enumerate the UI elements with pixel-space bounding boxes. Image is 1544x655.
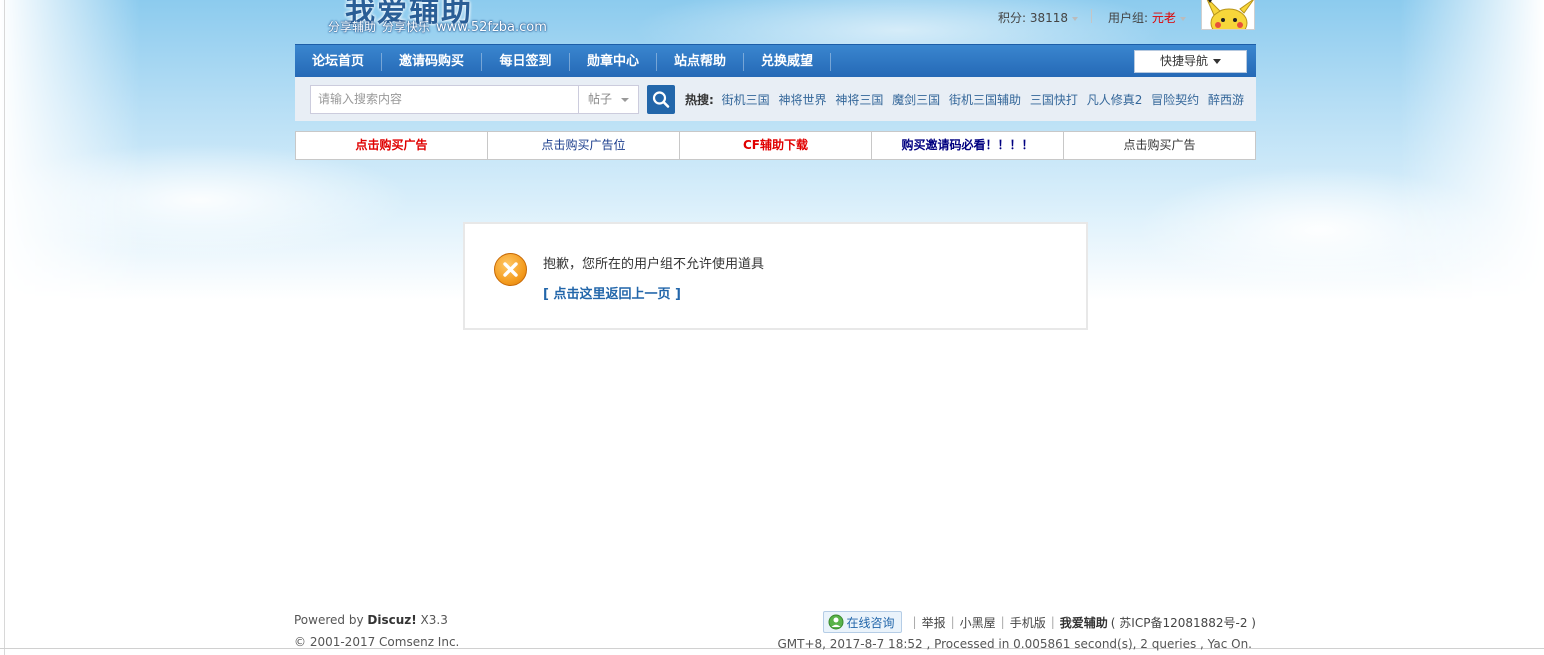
nav-item-daily-signin[interactable]: 每日签到 [482,45,569,78]
ad-slot[interactable]: CF辅助下载 [680,132,872,159]
footer-link-mobile[interactable]: 手机版 [1010,614,1046,631]
search-type-select[interactable]: 帖子 [578,85,639,114]
footer-link-report[interactable]: 举报 [922,614,946,631]
footer-separator: | [912,615,917,629]
back-link[interactable]: [ 点击这里返回上一页 ] [543,283,681,302]
error-message-text: 抱歉，您所在的用户组不允许使用道具 [543,257,765,272]
bottom-divider [0,648,1544,649]
powered-by: Powered by Discuz! X3.3 [294,613,448,627]
userbar-separator [1091,9,1092,23]
hot-term[interactable]: 魔剑三国 [892,93,940,107]
error-icon [494,253,527,286]
ad-bar: 点击购买广告 点击购买广告位 CF辅助下载 购买邀请码必看！！！！ 点击购买广告 [295,131,1256,160]
footer-links: 在线咨询 | 举报 | 小黑屋 | 手机版 | 我爱辅助 ( 苏ICP备1208… [822,611,1256,633]
score-label: 积分: [998,11,1030,25]
hot-term[interactable]: 神将世界 [778,93,826,107]
footer-separator: | [950,615,955,629]
chevron-down-icon [1179,16,1186,21]
site-logo[interactable]: 我爱辅助 分享辅助 分享快乐 www.52fzba.com [325,0,575,38]
hot-term[interactable]: 醉西游 [1208,93,1244,107]
online-consult-button[interactable]: 在线咨询 [822,611,902,633]
group-label: 用户组: [1108,11,1152,25]
avatar[interactable] [1201,0,1255,30]
nav-divider [830,53,831,71]
hot-term[interactable]: 街机三国辅助 [949,93,1021,107]
logo-slogan-1: 分享辅助 [328,20,377,34]
quick-nav-button[interactable]: 快捷导航 [1134,50,1247,73]
search-button[interactable] [647,85,675,114]
hot-term[interactable]: 街机三国 [722,93,770,107]
nav-item-home[interactable]: 论坛首页 [295,45,381,78]
footer-stats: GMT+8, 2017-8-7 18:52 , Processed in 0.0… [777,637,1252,651]
nav-item-exchange[interactable]: 兑换威望 [744,45,830,78]
pikachu-avatar-icon [1206,0,1254,29]
footer-separator: | [1000,615,1005,629]
nav-item-invite-purchase[interactable]: 邀请码购买 [382,45,481,78]
footer-link-blacklist[interactable]: 小黑屋 [960,614,996,631]
logo-slogan: 分享辅助 分享快乐 www.52fzba.com [328,18,553,35]
hot-term[interactable]: 冒险契约 [1151,93,1199,107]
ad-slot[interactable]: 点击购买广告位 [488,132,680,159]
left-divider [4,0,5,655]
main-nav: 论坛首页 邀请码购买 每日签到 勋章中心 站点帮助 兑换威望 快捷导航 [295,44,1256,77]
nav-item-help[interactable]: 站点帮助 [657,45,743,78]
ad-slot[interactable]: 购买邀请码必看！！！！ [872,132,1064,159]
error-message-box: 抱歉，您所在的用户组不允许使用道具 [ 点击这里返回上一页 ] [463,222,1088,330]
logo-url: www.52fzba.com [436,20,547,35]
hot-search-label: 热搜: [685,93,714,107]
search-type-value: 帖子 [588,92,613,106]
ad-slot[interactable]: 点击购买广告 [296,132,488,159]
nav-item-medals[interactable]: 勋章中心 [570,45,656,78]
search-icon [652,91,670,108]
hot-term[interactable]: 神将三国 [835,93,883,107]
footer-separator: | [1050,615,1055,629]
powered-prefix: Powered by [294,613,368,627]
quick-nav-label: 快捷导航 [1159,54,1208,68]
hot-search: 热搜: 街机三国 神将世界 神将三国 魔剑三国 街机三国辅助 三国快打 凡人修真… [685,91,1249,108]
chevron-down-icon [1072,16,1079,21]
caret-down-icon [621,98,629,102]
ad-slot[interactable]: 点击购买广告 [1064,132,1255,159]
hot-term[interactable]: 凡人修真2 [1087,93,1143,107]
score-value: 38118 [1029,11,1069,25]
online-consult-label: 在线咨询 [846,615,895,630]
search-input[interactable]: 请输入搜索内容 [310,85,578,114]
footer-icp[interactable]: ( 苏ICP备12081882号-2 ) [1111,614,1256,631]
search-bar: 请输入搜索内容 帖子 热搜: 街机三国 神将世界 神将三国 魔剑三国 街机三国辅… [295,77,1256,121]
powered-version: X3.3 [416,613,448,627]
copyright: © 2001-2017 Comsenz Inc. [294,635,460,649]
footer-site-name[interactable]: 我爱辅助 [1060,614,1108,631]
user-group[interactable]: 用户组: 元老 [1108,9,1186,25]
hot-term[interactable]: 三国快打 [1030,93,1078,107]
logo-slogan-2: 分享快乐 [382,20,431,34]
chat-icon [828,614,844,630]
user-score[interactable]: 积分: 38118 [998,9,1079,25]
group-value: 元老 [1151,11,1176,25]
caret-down-icon [1213,59,1221,64]
discuz-link[interactable]: Discuz! [367,613,416,627]
